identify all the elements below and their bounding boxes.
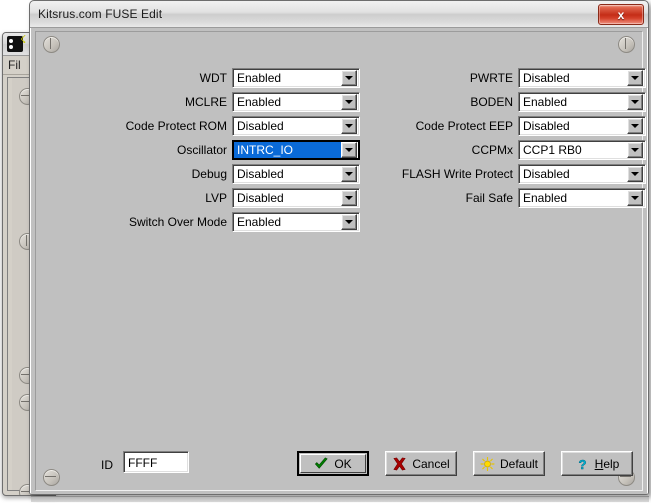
fuse-row: Code Protect EEP Disabled (361, 114, 646, 137)
sun-icon (480, 457, 495, 471)
help-button-label: Help (595, 458, 620, 470)
fuse-value: INTRC_IO (234, 142, 341, 158)
fuse-combobox-lvp[interactable]: Disabled (232, 188, 360, 208)
chevron-down-icon[interactable] (341, 166, 357, 182)
fuse-row: MCLRE Enabled (45, 90, 360, 113)
ok-button-label: OK (334, 458, 351, 470)
cancel-button[interactable]: Cancel (385, 451, 457, 476)
ok-button[interactable]: OK (297, 451, 369, 476)
fuse-row: WDT Enabled (45, 66, 360, 89)
screen: ☇ Fil Kitsrus.com FUSE Edit x (0, 0, 651, 503)
fuse-label: BODEN (470, 95, 518, 109)
help-button[interactable]: ? Help (561, 451, 633, 476)
fuse-combobox-wdt[interactable]: Enabled (232, 68, 360, 88)
chevron-down-icon[interactable] (341, 190, 357, 206)
chevron-down-icon[interactable] (341, 70, 357, 86)
chevron-down-icon[interactable] (627, 166, 643, 182)
close-icon: x (618, 9, 625, 21)
fuse-label: LVP (205, 191, 232, 205)
dialog-title: Kitsrus.com FUSE Edit (30, 7, 162, 21)
fuse-label: FLASH Write Protect (402, 167, 518, 181)
fuse-label: Debug (192, 167, 232, 181)
fuse-value: Enabled (233, 214, 341, 230)
menu-item-file[interactable]: Fil (8, 58, 21, 72)
fuse-label: WDT (200, 71, 232, 85)
fuse-label: Oscillator (177, 143, 232, 157)
question-icon: ? (575, 457, 590, 471)
id-input[interactable] (123, 451, 189, 473)
fuse-combobox-code-protect-rom[interactable]: Disabled (232, 116, 360, 136)
chevron-down-icon[interactable] (341, 94, 357, 110)
fuse-row: Fail Safe Enabled (361, 186, 646, 209)
fuse-value: Enabled (233, 94, 341, 110)
fuse-row: Debug Disabled (45, 162, 360, 185)
screw-icon (43, 36, 60, 53)
screw-icon (618, 36, 635, 53)
fuse-row: Oscillator INTRC_IO (45, 138, 360, 161)
fuse-combobox-code-protect-eep[interactable]: Disabled (518, 116, 646, 136)
fuse-combobox-pwrte[interactable]: Disabled (518, 68, 646, 88)
fuse-row: Switch Over Mode Enabled (45, 210, 360, 233)
fuse-column-left: WDT Enabled MCLRE Enabled Code Protect R… (45, 66, 360, 234)
window-bottom-edge (31, 496, 649, 502)
fuse-value: Disabled (233, 166, 341, 182)
fuse-label: Code Protect EEP (416, 119, 518, 133)
chevron-down-icon[interactable] (627, 118, 643, 134)
fuse-label: MCLRE (185, 95, 232, 109)
fuse-label: PWRTE (470, 71, 518, 85)
fuse-combobox-flash-write-protect[interactable]: Disabled (518, 164, 646, 184)
fuse-value: Enabled (233, 70, 341, 86)
svg-text:?: ? (578, 457, 586, 471)
fuse-combobox-ccpmx[interactable]: CCP1 RB0 (518, 140, 646, 160)
fuse-value: Disabled (233, 118, 341, 134)
fuse-row: Code Protect ROM Disabled (45, 114, 360, 137)
chevron-down-icon[interactable] (341, 142, 357, 158)
close-button[interactable]: x (598, 4, 644, 25)
fuse-row: CCPMx CCP1 RB0 (361, 138, 646, 161)
fuse-label: Switch Over Mode (129, 215, 232, 229)
default-button-label: Default (500, 458, 538, 470)
fuse-row: LVP Disabled (45, 186, 360, 209)
fuse-combobox-fail-safe[interactable]: Enabled (518, 188, 646, 208)
fuse-label: Fail Safe (466, 191, 518, 205)
x-mark-icon (392, 457, 407, 471)
fuse-row: PWRTE Disabled (361, 66, 646, 89)
fuse-combobox-boden[interactable]: Enabled (518, 92, 646, 112)
fuse-label: CCPMx (472, 143, 518, 157)
fuse-value: Disabled (519, 166, 627, 182)
chevron-down-icon[interactable] (627, 190, 643, 206)
cancel-button-label: Cancel (412, 458, 449, 470)
fuse-value: CCP1 RB0 (519, 142, 627, 158)
check-icon (314, 457, 329, 471)
dialog-button-row: OK Cancel (297, 451, 633, 476)
chevron-down-icon[interactable] (627, 94, 643, 110)
dialog-footer: ID OK Cancel (45, 451, 633, 477)
fuse-value: Disabled (233, 190, 341, 206)
fuse-edit-dialog: Kitsrus.com FUSE Edit x WDT Enabled (29, 0, 649, 495)
chevron-down-icon[interactable] (341, 214, 357, 230)
fuse-combobox-switch-over-mode[interactable]: Enabled (232, 212, 360, 232)
dialog-body: WDT Enabled MCLRE Enabled Code Protect R… (30, 28, 648, 495)
fuse-row: FLASH Write Protect Disabled (361, 162, 646, 185)
chevron-down-icon[interactable] (627, 70, 643, 86)
fuse-value: Disabled (519, 118, 627, 134)
fuse-value: Disabled (519, 70, 627, 86)
id-label: ID (101, 458, 113, 472)
fuse-combobox-oscillator[interactable]: INTRC_IO (232, 140, 360, 160)
fuse-combobox-mclre[interactable]: Enabled (232, 92, 360, 112)
fuse-combobox-debug[interactable]: Disabled (232, 164, 360, 184)
fuse-value: Enabled (519, 190, 627, 206)
fuse-column-right: PWRTE Disabled BODEN Enabled Code Protec… (361, 66, 646, 210)
chevron-down-icon[interactable] (627, 142, 643, 158)
fuse-value: Enabled (519, 94, 627, 110)
default-button[interactable]: Default (473, 451, 545, 476)
fuse-label: Code Protect ROM (126, 119, 232, 133)
help-button-rest: elp (603, 457, 619, 471)
dialog-titlebar[interactable]: Kitsrus.com FUSE Edit x (30, 1, 648, 28)
chevron-down-icon[interactable] (341, 118, 357, 134)
fuse-row: BODEN Enabled (361, 90, 646, 113)
